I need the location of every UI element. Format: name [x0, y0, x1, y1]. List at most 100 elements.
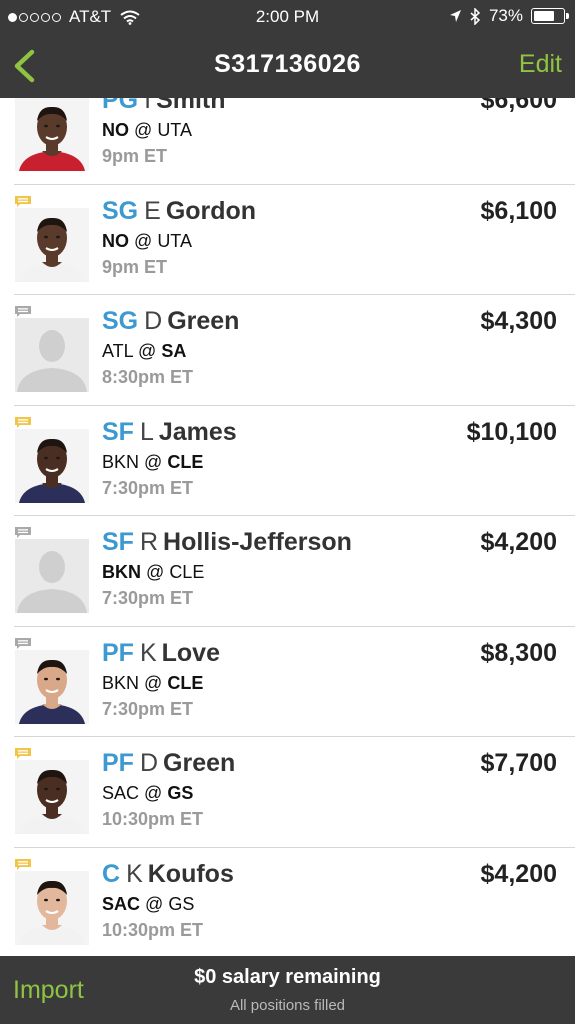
note-icon[interactable] — [14, 195, 32, 208]
user-placeholder-icon — [15, 318, 89, 392]
player-first-initial: L — [139, 417, 154, 446]
player-last-name: Koufos — [147, 859, 234, 888]
matchup: NO @ UTA — [102, 227, 575, 255]
home-team: CLE — [167, 672, 204, 693]
game-time: 7:30pm ET — [102, 698, 194, 719]
away-team: SAC — [102, 783, 140, 803]
away-team: BKN — [102, 672, 140, 693]
player-headshot-icon — [15, 760, 89, 834]
matchup: SAC @ GS — [102, 779, 575, 807]
bluetooth-icon — [470, 7, 481, 25]
player-first-initial: K — [126, 859, 143, 888]
at-symbol: @ — [134, 120, 153, 140]
player-position: SG — [102, 196, 139, 225]
player-headshot-icon — [15, 98, 89, 171]
player-photo — [15, 207, 89, 282]
location-arrow-icon — [449, 10, 461, 22]
home-team: GS — [167, 783, 194, 803]
player-row[interactable]: SF L James BKN @ CLE 7:30pm ET $10,100 — [14, 406, 575, 516]
player-row[interactable]: C K Koufos SAC @ GS 10:30pm ET $4,200 — [14, 848, 575, 957]
home-team: CLE — [167, 451, 204, 472]
status-bar: AT&T 2:00 PM 73% — [0, 0, 575, 32]
note-icon[interactable] — [14, 637, 32, 650]
player-last-name: Green — [167, 307, 240, 335]
player-salary: $4,300 — [480, 307, 557, 335]
matchup: BKN @ CLE — [102, 448, 575, 476]
lineup-list[interactable]: PG I Smith NO @ UTA 9pm ET $6,600 SG E Gordon NO … — [0, 98, 575, 956]
matchup: ATL @ SA — [102, 337, 575, 365]
player-photo — [15, 428, 89, 503]
player-row[interactable]: SF R Hollis-Jefferson BKN @ CLE 7:30pm ET $4,… — [14, 516, 575, 627]
player-position: C — [102, 859, 121, 888]
home-team: GS — [168, 893, 195, 914]
matchup: BKN @ CLE — [102, 669, 575, 697]
note-icon[interactable] — [14, 747, 32, 760]
player-position: SG — [102, 307, 139, 335]
player-row[interactable]: PF K Love BKN @ CLE 7:30pm ET $8,300 — [14, 627, 575, 737]
away-team: ATL — [102, 341, 134, 361]
player-placeholder-photo — [15, 539, 89, 613]
battery-icon — [531, 8, 569, 24]
at-symbol: @ — [144, 672, 163, 693]
salary-remaining: $0 salary remaining — [194, 966, 381, 988]
player-first-initial: I — [144, 98, 152, 114]
player-first-initial: D — [139, 749, 159, 777]
home-team: UTA — [157, 120, 192, 140]
game-time: 9pm ET — [102, 146, 168, 166]
player-position: PF — [102, 638, 134, 667]
player-position: SF — [102, 528, 134, 556]
player-salary: $4,200 — [480, 859, 557, 888]
game-time: 10:30pm ET — [102, 809, 204, 829]
player-last-name: Hollis-Jefferson — [163, 528, 352, 556]
player-last-name: Love — [161, 638, 220, 667]
matchup: NO @ UTA — [102, 116, 575, 144]
game-time: 8:30pm ET — [102, 367, 194, 387]
player-row[interactable]: PF D Green SAC @ GS 10:30pm ET $7,700 — [14, 737, 575, 848]
player-first-initial: K — [139, 638, 157, 667]
player-last-name: Smith — [156, 98, 226, 114]
at-symbol: @ — [134, 230, 153, 251]
note-icon[interactable] — [14, 526, 32, 539]
home-team: UTA — [157, 230, 192, 251]
note-icon[interactable] — [14, 416, 32, 429]
player-last-name: James — [158, 417, 237, 446]
player-salary: $8,300 — [480, 638, 557, 667]
matchup: BKN @ CLE — [102, 558, 575, 586]
note-icon[interactable] — [14, 305, 32, 318]
at-symbol: @ — [146, 562, 165, 582]
battery-percent: 73% — [488, 6, 523, 25]
away-team: BKN — [102, 451, 140, 472]
bottom-bar: Import $0 salary remaining All positions… — [0, 956, 575, 1024]
player-row[interactable]: SG D Green ATL @ SA 8:30pm ET $4,300 — [14, 295, 575, 406]
back-button[interactable] — [8, 46, 44, 86]
edit-button[interactable]: Edit — [519, 50, 562, 79]
game-time: 7:30pm ET — [102, 477, 194, 498]
player-headshot-icon — [15, 428, 89, 503]
player-headshot-icon — [15, 649, 89, 724]
matchup: SAC @ GS — [102, 890, 575, 918]
chevron-left-icon — [14, 49, 35, 83]
player-first-initial: R — [139, 528, 159, 556]
at-symbol: @ — [144, 783, 163, 803]
home-team: SA — [161, 341, 187, 361]
player-salary: $6,600 — [480, 98, 557, 114]
navigation-bar: S317136026 Edit — [0, 32, 575, 98]
game-time: 7:30pm ET — [102, 588, 194, 608]
note-icon[interactable] — [14, 858, 32, 871]
player-last-name: Gordon — [165, 196, 257, 225]
away-team: SAC — [102, 893, 141, 914]
player-photo — [15, 760, 89, 834]
status-right: 73% — [449, 6, 569, 26]
user-placeholder-icon — [15, 539, 89, 613]
player-row[interactable]: SG E Gordon NO @ UTA 9pm ET $6,100 — [14, 185, 575, 295]
player-row[interactable]: PG I Smith NO @ UTA 9pm ET $6,600 — [14, 98, 575, 185]
player-placeholder-photo — [15, 318, 89, 392]
player-headshot-icon — [15, 207, 89, 282]
at-symbol: @ — [138, 341, 157, 361]
player-position: SF — [102, 417, 134, 446]
player-photo — [15, 98, 89, 171]
at-symbol: @ — [145, 893, 164, 914]
player-headshot-icon — [15, 870, 89, 945]
away-team: NO — [102, 120, 129, 140]
positions-status: All positions filled — [229, 997, 346, 1014]
